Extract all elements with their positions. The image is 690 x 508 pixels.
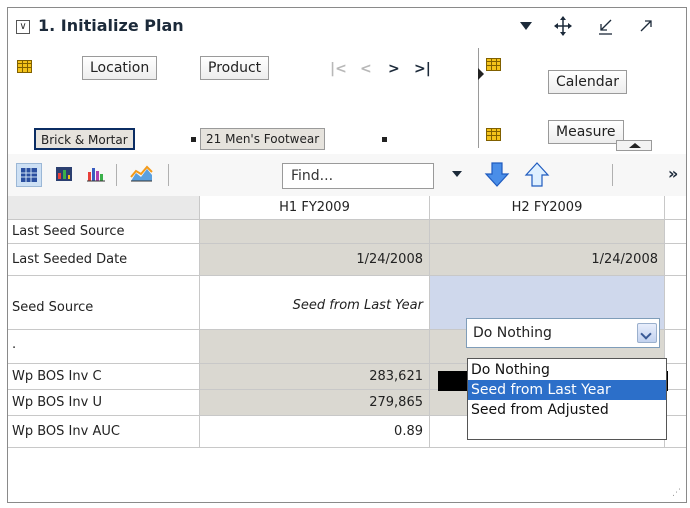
seed-source-selected-value: Do Nothing [473,325,552,341]
grid-cell[interactable]: 1/24/2008 [430,244,665,276]
grid-filler [665,196,686,220]
row-label: Seed Source [8,276,200,330]
next-page-icon[interactable]: > [388,61,400,77]
calendar-dimension-button[interactable]: Calendar [548,70,627,94]
grid-cell[interactable] [200,220,430,244]
toolbar-separator [116,164,117,186]
first-page-icon[interactable]: |< [330,61,347,77]
area-chart-icon [130,165,153,182]
grid-filler [665,390,686,416]
grid-corner [8,196,200,220]
option-seed-from-last-year[interactable]: Seed from Last Year [468,380,666,400]
location-dimension-button[interactable]: Location [82,56,158,80]
collapse-dimensions-button[interactable] [616,140,652,151]
view-title-bar: ∨ 1. Initialize Plan [8,8,686,46]
move-down-icon[interactable] [484,160,510,190]
grid-filler [665,244,686,276]
grid-cell[interactable]: 283,621 [200,364,430,390]
grid-filler [665,364,686,390]
grid-view-button[interactable] [16,163,42,187]
grid-cell[interactable]: 0.89 [200,416,430,448]
grid-cell[interactable]: Seed from Last Year [200,276,430,330]
chevron-down-icon[interactable] [637,323,657,343]
column-header-h2[interactable]: H2 FY2009 [430,196,665,220]
row-label: Wp BOS Inv C [8,364,200,390]
table-row: Last Seeded Date 1/24/2008 1/24/2008 [8,244,686,276]
column-dimension-area: Calendar Measure [484,46,686,154]
grid-filler [665,276,686,330]
row-label: Last Seeded Date [8,244,200,276]
seed-source-options-list: Do Nothing Seed from Last Year Seed from… [467,358,667,440]
grid-header-row: H1 FY2009 H2 FY2009 [8,196,686,220]
measure-dimension-button[interactable]: Measure [548,120,624,144]
minimize-arrow-icon[interactable] [598,18,614,36]
grid-cell[interactable] [430,220,665,244]
grid-chart-icon [56,167,72,181]
column-header-h1[interactable]: H1 FY2009 [200,196,430,220]
grid-cell[interactable] [200,330,430,364]
toolbar-separator [612,164,613,186]
filter-separator-dot [382,137,387,142]
workbook-view: ∨ 1. Initialize Plan Location Product |<… [7,7,687,503]
product-filter-chip[interactable]: 21 Men's Footwear [200,128,326,150]
seed-source-select[interactable]: Do Nothing [466,318,660,348]
resize-grip-icon[interactable]: ⋰ [672,488,682,498]
last-page-icon[interactable]: >| [414,61,431,77]
bar-chart-icon [87,168,105,182]
grid-dimension-icon [486,58,501,71]
row-label: . [8,330,200,364]
grid-filler [665,220,686,244]
product-dimension-button[interactable]: Product [200,56,270,80]
toolbar-separator [168,164,169,186]
view-title: 1. Initialize Plan [38,16,184,35]
grid-view-icon [21,168,37,182]
row-label: Wp BOS Inv U [8,390,200,416]
grid-dimension-icon [17,60,32,73]
toolbar-overflow-button[interactable]: » [668,164,678,183]
grid-dimension-icon [486,128,501,141]
grid-toolbar: Find... » [8,154,686,196]
area-chart-button[interactable] [128,163,154,187]
maximize-arrow-icon[interactable] [638,18,654,34]
previous-page-icon[interactable]: < [360,61,372,77]
grid-filler [665,416,686,448]
collapse-view-button[interactable]: ∨ [16,20,30,34]
find-dropdown-icon[interactable] [452,171,462,177]
dropdown-arrow-icon[interactable] [520,22,532,32]
option-do-nothing[interactable]: Do Nothing [468,360,666,380]
row-label: Wp BOS Inv AUC [8,416,200,448]
move-up-icon[interactable] [524,160,550,190]
grid-cell[interactable]: 1/24/2008 [200,244,430,276]
option-seed-from-adjusted[interactable]: Seed from Adjusted [468,400,666,420]
grid-cell[interactable]: 279,865 [200,390,430,416]
location-filter-chip[interactable]: Brick & Mortar [34,128,135,150]
chart-grid-view-button[interactable] [52,163,78,187]
chart-view-button[interactable] [84,163,110,187]
row-label: Last Seed Source [8,220,200,244]
row-dimension-area: Location Product |< < > >| Brick & Morta… [8,46,478,154]
filter-separator-dot [191,137,196,142]
find-input[interactable]: Find... [282,163,434,189]
grid-filler [665,330,686,364]
table-row: Last Seed Source [8,220,686,244]
move-icon[interactable] [554,16,572,36]
